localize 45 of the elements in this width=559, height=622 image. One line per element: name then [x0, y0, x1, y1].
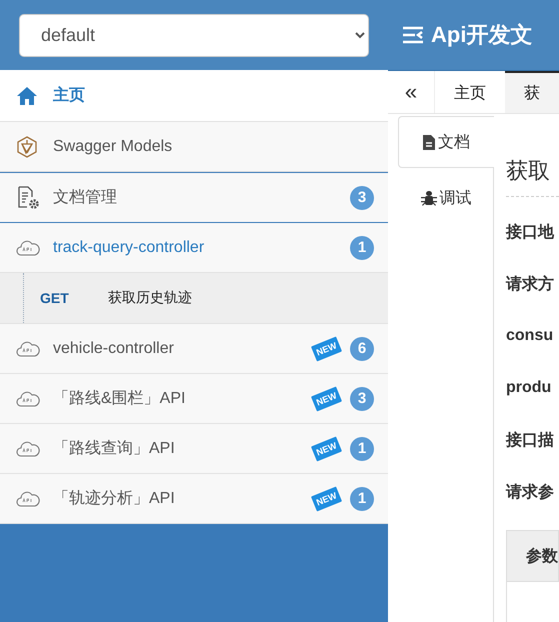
field-label: 接口描	[506, 430, 555, 450]
new-badge: NEW	[310, 386, 342, 411]
endpoint-item[interactable]: GET 获取历史轨迹	[0, 273, 388, 324]
document-icon	[423, 134, 435, 150]
bug-icon	[420, 190, 436, 206]
sidebar-item[interactable]: 主页	[0, 70, 388, 122]
side-tab[interactable]: 文档	[398, 116, 494, 168]
app-title: Api开发文	[431, 21, 532, 49]
field-label: 接口地	[506, 222, 556, 242]
count-badge: 6	[350, 336, 374, 360]
tab[interactable]: 获	[505, 71, 559, 113]
new-badge: NEW	[310, 436, 342, 461]
new-badge: NEW	[310, 486, 342, 511]
cloud-icon	[16, 440, 40, 456]
count-badge: 3	[350, 186, 374, 210]
cloud-icon	[16, 390, 40, 406]
side-tab[interactable]: 调试	[398, 172, 493, 224]
sidebar-item[interactable]: 「路线&围栏」API NEW 3	[0, 374, 388, 424]
new-badge: NEW	[310, 336, 342, 361]
http-method-label: GET	[40, 290, 70, 306]
count-badge: 1	[350, 436, 374, 460]
cloud-icon	[16, 340, 40, 356]
field-label: 请求方	[506, 274, 555, 294]
endpoint-label: 获取历史轨迹	[108, 289, 192, 307]
field-label: consu	[506, 326, 554, 346]
group-select[interactable]: default	[19, 14, 369, 56]
sidebar-item[interactable]: 「轨迹分析」API NEW 1	[0, 474, 388, 524]
sidebar-item[interactable]: vehicle-controller NEW 6	[0, 324, 388, 374]
count-badge: 3	[350, 386, 374, 410]
field-label: 请求参	[506, 482, 555, 502]
column-header: 参数	[506, 530, 559, 582]
menu-icon[interactable]	[402, 26, 424, 44]
hexagon-icon	[16, 136, 38, 158]
sidebar-item[interactable]: Swagger Models	[0, 122, 388, 172]
cloud-icon	[16, 240, 40, 256]
cloud-icon	[16, 490, 40, 506]
count-badge: 1	[350, 236, 374, 260]
sidebar-item[interactable]: 文档管理 3	[0, 172, 388, 223]
endpoint-heading: 获取	[506, 156, 559, 197]
home-icon	[16, 86, 38, 106]
document-gear-icon	[16, 186, 40, 210]
count-badge: 1	[350, 486, 374, 510]
sidebar-item[interactable]: 「路线查询」API NEW 1	[0, 424, 388, 474]
field-label: produ	[506, 378, 552, 398]
tab[interactable]: 主页	[435, 71, 505, 113]
